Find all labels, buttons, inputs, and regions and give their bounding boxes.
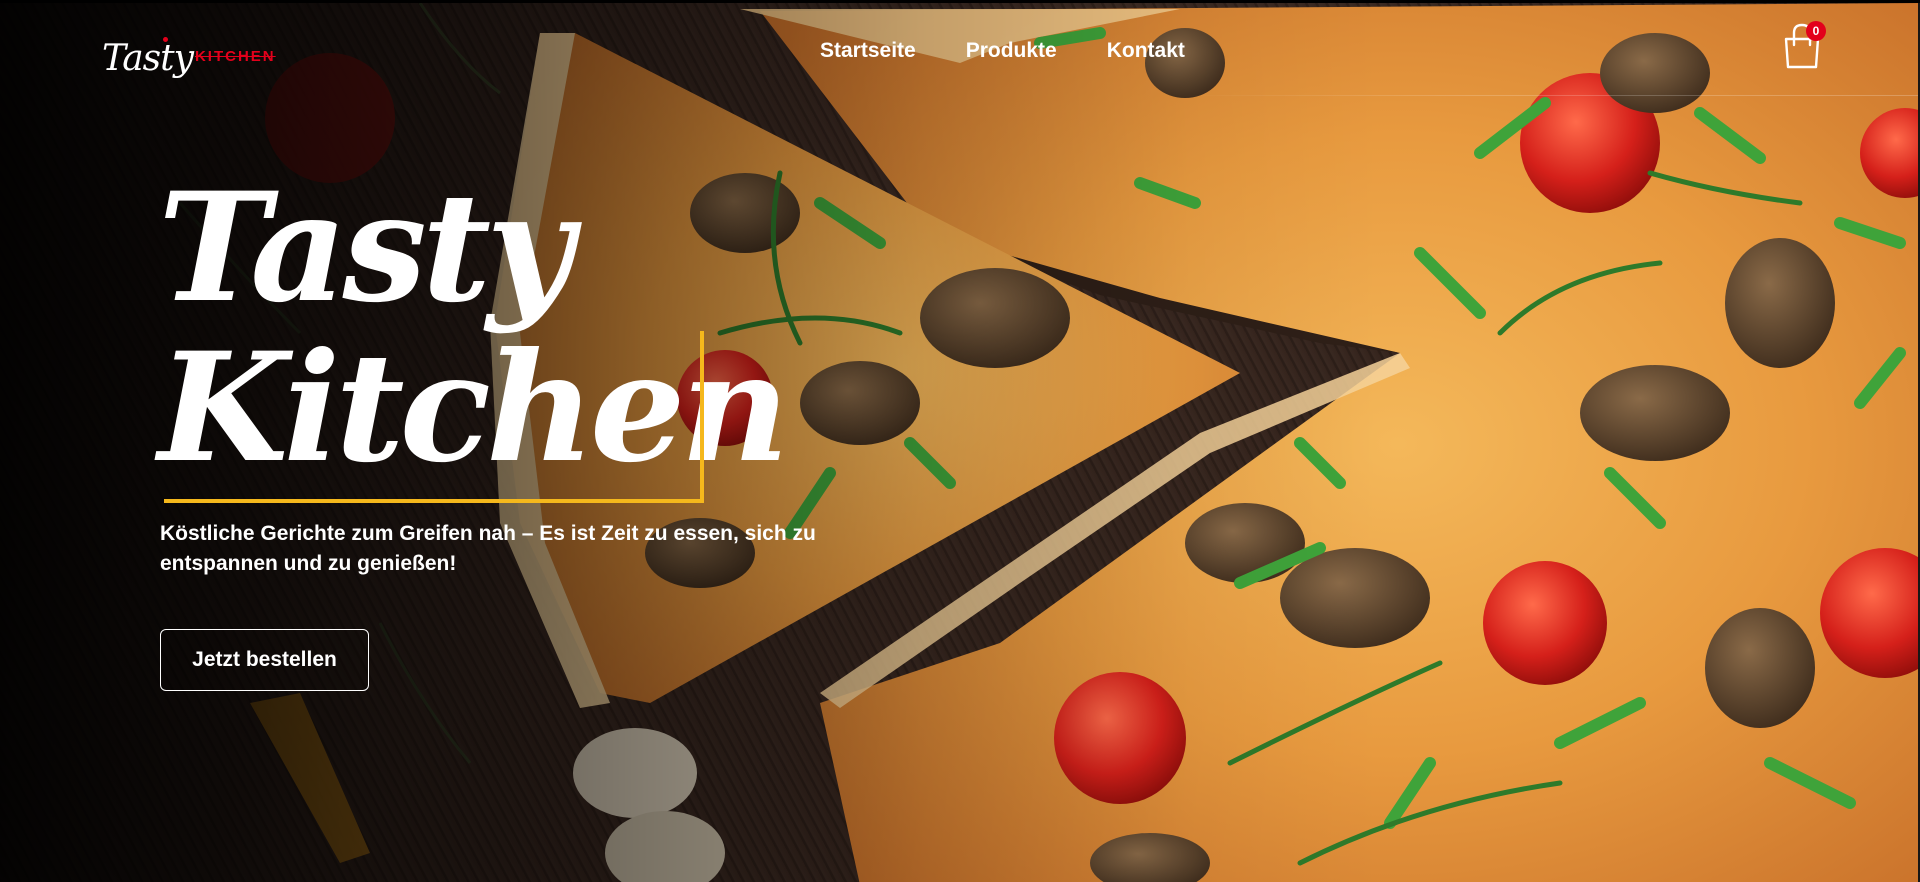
main-nav: Startseite Produkte Kontakt xyxy=(820,36,1185,66)
nav-link-startseite[interactable]: Startseite xyxy=(820,39,916,63)
site-logo[interactable]: Tasty KITCHEN xyxy=(102,29,276,77)
cart-count-badge: 0 xyxy=(1806,21,1826,41)
cart-button[interactable]: 0 xyxy=(1780,21,1826,71)
logo-script-text: Tasty xyxy=(102,38,194,79)
hero-title: Tasty Kitchen xyxy=(158,160,790,496)
page: Tasty KITCHEN Startseite Produkte Kontak… xyxy=(0,0,1920,882)
hero-title-line-2: Kitchen xyxy=(158,320,790,496)
logo-dot xyxy=(163,37,168,42)
title-accent-underline xyxy=(164,499,704,503)
title-accent-bracket xyxy=(700,331,704,503)
nav-link-produkte[interactable]: Produkte xyxy=(966,39,1057,63)
hero-subtitle: Köstliche Gerichte zum Greifen nah – Es … xyxy=(160,522,816,575)
hero-title-line-1: Tasty xyxy=(158,160,573,336)
order-now-button[interactable]: Jetzt bestellen xyxy=(160,629,369,691)
nav-link-kontakt[interactable]: Kontakt xyxy=(1107,39,1185,63)
header-divider xyxy=(1180,95,1920,96)
logo-kitchen-text: KITCHEN xyxy=(194,48,276,65)
